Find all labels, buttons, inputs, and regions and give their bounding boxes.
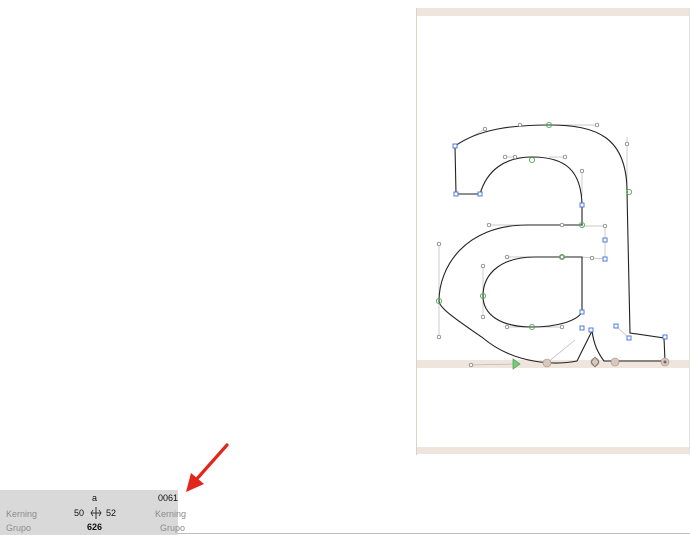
glyph-unicode[interactable]: 0061 <box>158 493 178 503</box>
glyph-name[interactable]: a <box>92 493 97 503</box>
glyph-outline[interactable] <box>417 8 689 455</box>
group-right-label: Grupo <box>160 523 186 533</box>
counter-path <box>482 256 583 328</box>
corner-points <box>452 143 668 341</box>
group-left-label: Grupo <box>6 523 32 533</box>
glyph-canvas[interactable] <box>0 0 690 535</box>
info-panel-extension <box>178 490 690 535</box>
annotation-arrow-icon <box>186 443 229 492</box>
kerning-group-left-label: Kerning <box>6 509 38 519</box>
kerning-icon[interactable] <box>89 506 103 520</box>
baseline-markers <box>512 356 670 370</box>
glyph-width-value[interactable]: 626 <box>87 522 102 532</box>
glyph-frame[interactable] <box>416 8 690 455</box>
panel-divider <box>178 533 690 534</box>
kerning-group-right-label: Kerning <box>155 509 187 519</box>
left-sidebearing-value[interactable]: 50 <box>74 508 84 518</box>
right-sidebearing-value[interactable]: 52 <box>106 508 116 518</box>
